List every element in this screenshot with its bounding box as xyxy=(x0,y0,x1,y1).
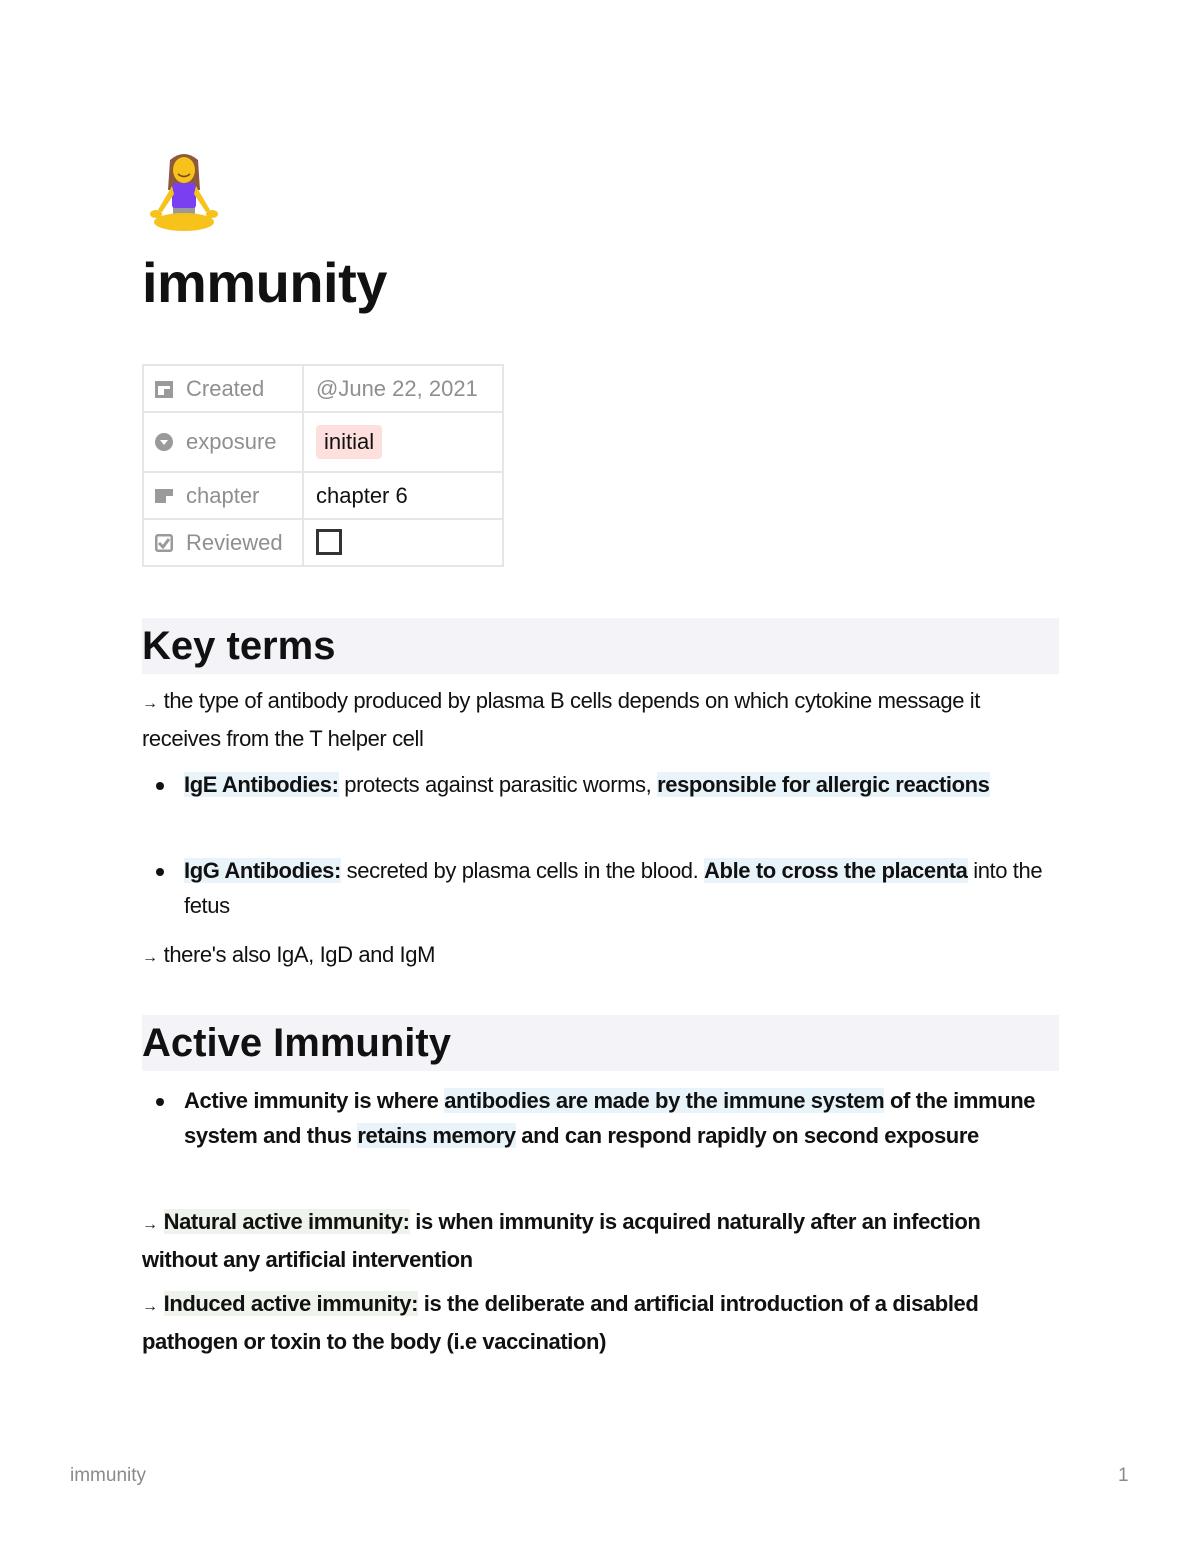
arrow-icon: → xyxy=(142,949,158,966)
highlight-ige: responsible for allergic reactions xyxy=(657,772,990,797)
key-terms-intro: → the type of antibody produced by plasma… xyxy=(142,688,980,751)
property-key: exposure xyxy=(142,411,304,473)
exposure-tag[interactable]: initial xyxy=(316,425,383,459)
list-item-ige: IgE Antibodies: protects against parasit… xyxy=(142,767,1059,802)
exposure-value[interactable]: initial xyxy=(302,411,504,473)
woman-in-lotus-position-emoji xyxy=(150,154,218,231)
key-terms-outro: → there's also IgA, IgD and IgM xyxy=(142,942,436,967)
property-row-chapter: chapter chapter 6 xyxy=(142,471,504,520)
highlight-igg: Able to cross the placenta xyxy=(704,858,968,883)
page-number: 1 xyxy=(1118,1465,1129,1486)
page-title: immunity xyxy=(142,251,387,314)
property-key: chapter xyxy=(142,471,304,520)
calendar-icon xyxy=(155,380,173,398)
text-icon xyxy=(155,488,173,503)
properties-table: Created @June 22, 2021 exposure initial … xyxy=(142,364,504,567)
heading-active-immunity: Active Immunity xyxy=(142,1015,1059,1071)
footer-title: immunity xyxy=(70,1465,147,1486)
heading-key-terms: Key terms xyxy=(142,618,1059,674)
highlight-memory: retains memory xyxy=(357,1123,516,1148)
property-key: Created xyxy=(142,364,304,413)
arrow-icon: → xyxy=(142,695,158,712)
reviewed-value xyxy=(302,518,504,567)
chapter-value[interactable]: chapter 6 xyxy=(302,471,504,520)
property-row-exposure: exposure initial xyxy=(142,411,504,473)
property-row-created: Created @June 22, 2021 xyxy=(142,364,504,413)
checkbox-icon xyxy=(155,533,173,552)
term-natural: Natural active immunity: xyxy=(163,1209,410,1234)
term-induced: Induced active immunity: xyxy=(163,1291,419,1316)
highlight-antibodies: antibodies are made by the immune system xyxy=(444,1088,885,1113)
reviewed-checkbox[interactable] xyxy=(316,528,342,555)
list-item-active-immunity: Active immunity is where antibodies are … xyxy=(142,1083,1059,1153)
property-key: Reviewed xyxy=(142,518,304,567)
arrow-icon: → xyxy=(142,1216,158,1233)
created-date-value[interactable]: @June 22, 2021 xyxy=(302,364,504,413)
property-row-reviewed: Reviewed xyxy=(142,518,504,567)
induced-active-immunity: → Induced active immunity: is the deliber… xyxy=(142,1291,979,1354)
arrow-icon: → xyxy=(142,1298,158,1315)
term-igg: IgG Antibodies: xyxy=(184,858,341,883)
select-icon xyxy=(155,433,173,451)
natural-active-immunity: → Natural active immunity: is when immuni… xyxy=(142,1209,981,1272)
list-item-igg: IgG Antibodies: secreted by plasma cells… xyxy=(142,853,1059,923)
term-ige: IgE Antibodies: xyxy=(184,772,339,797)
